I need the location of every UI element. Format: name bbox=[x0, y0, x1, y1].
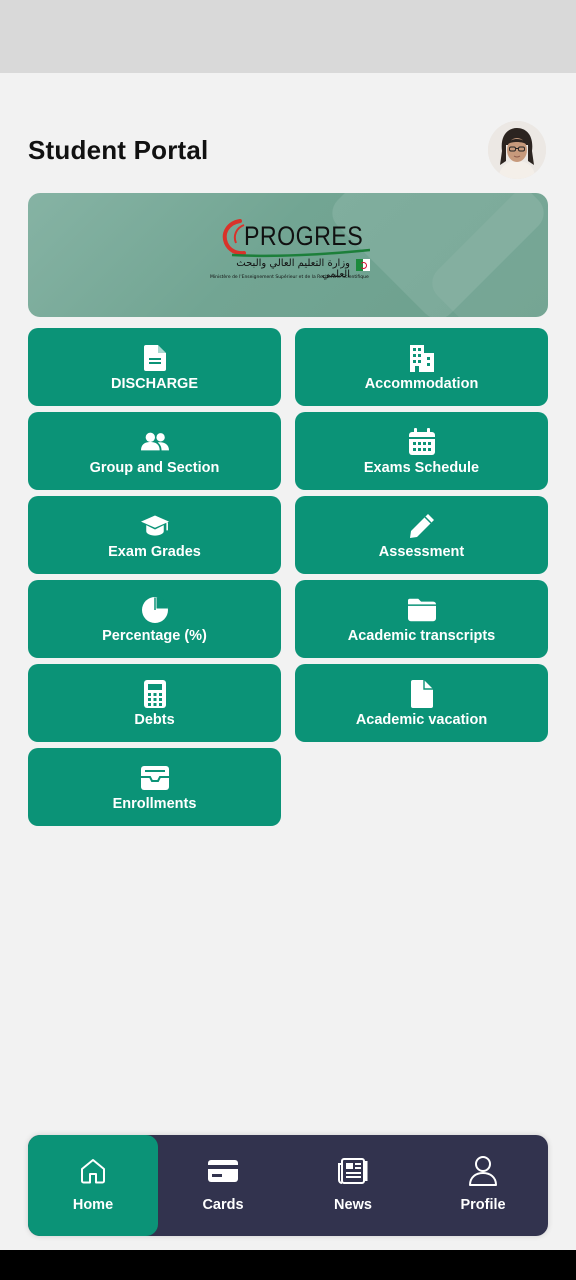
progres-logo: PROGRES وزارة التعليم العالي والبحث العل… bbox=[210, 217, 370, 285]
logo-french-text: Ministère de l'Enseignement Supérieur et… bbox=[210, 275, 369, 280]
tile-exams-schedule[interactable]: Exams Schedule bbox=[295, 412, 548, 490]
tile-label: Academic transcripts bbox=[347, 628, 496, 644]
tile-label: Exams Schedule bbox=[363, 460, 480, 476]
newspaper-icon bbox=[338, 1157, 368, 1185]
tile-debts[interactable]: Debts bbox=[28, 664, 281, 742]
nav-label: Profile bbox=[460, 1197, 506, 1213]
status-bar bbox=[0, 0, 576, 73]
progres-banner: PROGRES وزارة التعليم العالي والبحث العل… bbox=[28, 193, 548, 317]
nav-profile[interactable]: Profile bbox=[418, 1135, 548, 1236]
tile-label: Enrollments bbox=[112, 796, 197, 812]
nav-label: Home bbox=[72, 1197, 114, 1213]
tile-label: DISCHARGE bbox=[110, 376, 198, 392]
home-icon bbox=[80, 1157, 106, 1185]
tile-exam-grades[interactable]: Exam Grades bbox=[28, 496, 281, 574]
graduation-cap-icon bbox=[140, 512, 169, 540]
tile-discharge[interactable]: DISCHARGE bbox=[28, 328, 281, 406]
tile-label: Percentage (%) bbox=[102, 628, 207, 644]
page-title: Student Portal bbox=[28, 134, 209, 165]
tile-label: Accommodation bbox=[364, 376, 479, 392]
file-icon bbox=[408, 680, 436, 708]
pencil-icon bbox=[408, 512, 436, 540]
tile-accommodation[interactable]: Accommodation bbox=[295, 328, 548, 406]
system-navigation-bar bbox=[0, 1250, 576, 1280]
tile-label: Academic vacation bbox=[355, 712, 488, 728]
nav-news[interactable]: News bbox=[288, 1135, 418, 1236]
card-icon bbox=[208, 1157, 238, 1185]
tile-enrollments[interactable]: Enrollments bbox=[28, 748, 281, 826]
document-icon bbox=[141, 344, 169, 372]
avatar[interactable] bbox=[488, 121, 546, 179]
header: Student Portal bbox=[28, 118, 548, 182]
tile-group-and-section[interactable]: Group and Section bbox=[28, 412, 281, 490]
algeria-flag-icon bbox=[356, 259, 370, 271]
building-icon bbox=[408, 344, 436, 372]
nav-home[interactable]: Home bbox=[28, 1135, 158, 1236]
tile-academic-vacation[interactable]: Academic vacation bbox=[295, 664, 548, 742]
tile-assessment[interactable]: Assessment bbox=[295, 496, 548, 574]
nav-label: Cards bbox=[202, 1197, 244, 1213]
nav-cards[interactable]: Cards bbox=[158, 1135, 288, 1236]
bottom-nav: Home Cards News Profile bbox=[28, 1135, 548, 1236]
user-icon bbox=[468, 1156, 498, 1186]
users-icon bbox=[140, 428, 169, 456]
calendar-icon bbox=[408, 428, 436, 456]
folder-icon bbox=[407, 596, 436, 624]
tile-label: Group and Section bbox=[89, 460, 220, 476]
calculator-icon bbox=[141, 680, 169, 708]
inbox-icon bbox=[140, 764, 169, 792]
tile-academic-transcripts[interactable]: Academic transcripts bbox=[295, 580, 548, 658]
menu-grid: DISCHARGE Accommodation Group and Sectio… bbox=[28, 328, 548, 826]
tile-label: Assessment bbox=[378, 544, 465, 560]
pie-chart-icon bbox=[141, 596, 169, 624]
logo-text: PROGRES bbox=[244, 221, 364, 251]
tile-label: Exam Grades bbox=[108, 544, 201, 560]
tile-percentage[interactable]: Percentage (%) bbox=[28, 580, 281, 658]
tile-label: Debts bbox=[134, 712, 175, 728]
nav-label: News bbox=[334, 1197, 372, 1213]
